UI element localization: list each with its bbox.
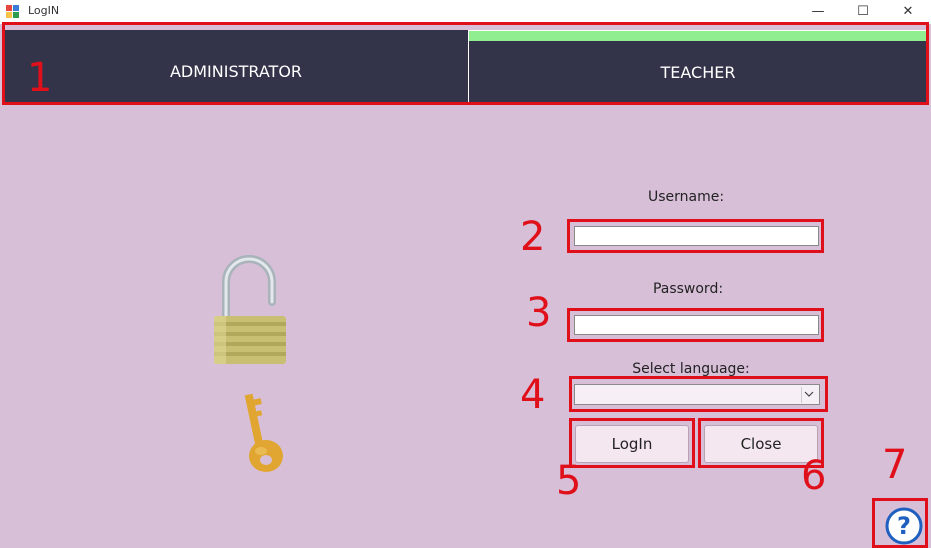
login-button[interactable]: LogIn [575, 425, 689, 463]
callout-number-4: 4 [520, 372, 546, 418]
window-title: LogIN [28, 4, 60, 17]
title-bar: LogIN — ☐ ✕ [0, 0, 931, 24]
help-icon[interactable]: ? [885, 507, 923, 545]
chevron-down-icon[interactable] [801, 387, 817, 403]
password-label: Password: [652, 281, 724, 297]
language-select[interactable] [574, 384, 820, 405]
callout-number-7: 7 [882, 442, 908, 488]
svg-text:?: ? [897, 512, 911, 540]
key-icon [240, 390, 290, 476]
callout-number-2: 2 [520, 214, 546, 260]
password-input[interactable] [574, 315, 819, 335]
callout-number-1: 1 [27, 55, 53, 101]
callout-box-1 [2, 22, 929, 105]
maximize-button[interactable]: ☐ [840, 0, 886, 24]
padlock-icon [212, 254, 288, 366]
callout-number-5: 5 [556, 458, 582, 504]
minimize-button[interactable]: — [795, 0, 841, 24]
username-label: Username: [647, 189, 725, 205]
callout-number-6: 6 [801, 453, 827, 499]
callout-number-3: 3 [526, 290, 552, 336]
language-label: Select language: [632, 361, 750, 377]
app-icon [6, 5, 20, 19]
username-input[interactable] [574, 226, 819, 246]
window-close-button[interactable]: ✕ [885, 0, 931, 24]
